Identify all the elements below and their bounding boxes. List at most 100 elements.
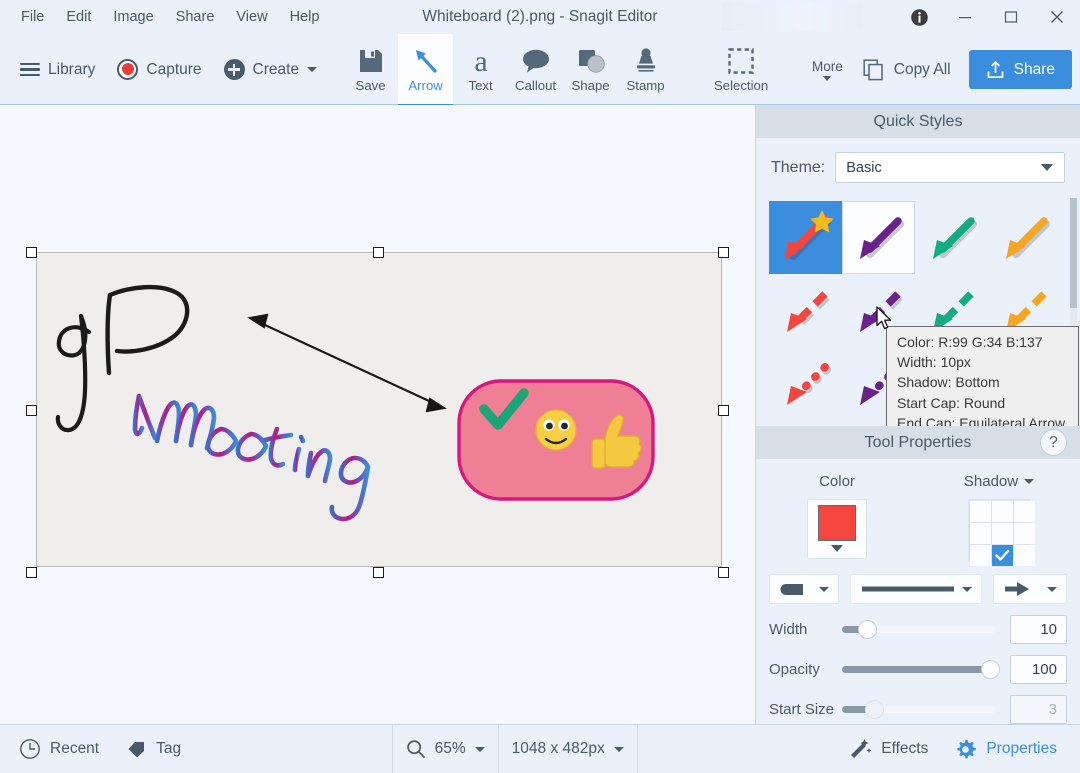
- more-label: More: [812, 59, 843, 74]
- opacity-slider[interactable]: [842, 666, 996, 673]
- shadow-position-grid[interactable]: [968, 499, 1031, 562]
- tool-selection-label: Selection: [714, 79, 768, 92]
- clock-icon: [19, 738, 41, 760]
- shadow-cell-bottom-left[interactable]: [970, 545, 991, 566]
- help-button[interactable]: ?: [1040, 429, 1067, 456]
- menu-item-help[interactable]: Help: [279, 5, 331, 29]
- shadow-cell-middle-right[interactable]: [1014, 523, 1035, 544]
- menu-item-view[interactable]: View: [225, 5, 278, 29]
- info-button[interactable]: [896, 0, 942, 34]
- quick-style-purple-arrow[interactable]: [842, 201, 915, 274]
- shadow-cell-top-left[interactable]: [970, 501, 991, 522]
- selection-handle-middle-right[interactable]: [718, 405, 729, 416]
- arrow-icon: [411, 43, 441, 79]
- color-section: Color: [756, 473, 918, 562]
- stamp-icon: [632, 43, 660, 79]
- chevron-down-icon: [1047, 587, 1057, 592]
- share-button[interactable]: Share: [969, 50, 1072, 89]
- create-button[interactable]: Create: [214, 53, 328, 86]
- quick-style-red-arrow-favorite[interactable]: [769, 201, 842, 274]
- shadow-cell-bottom-right[interactable]: [1014, 545, 1035, 566]
- maximize-button[interactable]: [988, 0, 1034, 34]
- menu-item-share[interactable]: Share: [165, 5, 226, 29]
- menu-item-image[interactable]: Image: [102, 5, 164, 29]
- menu-item-edit[interactable]: Edit: [55, 5, 102, 29]
- tool-text[interactable]: a Text: [453, 34, 508, 105]
- selection-handle-bottom-left[interactable]: [26, 567, 37, 578]
- minimize-icon: [958, 10, 972, 24]
- shadow-cell-bottom-center[interactable]: [992, 545, 1013, 566]
- tool-selection[interactable]: Selection: [699, 34, 783, 105]
- width-slider[interactable]: [842, 626, 996, 633]
- start-size-value[interactable]: 3: [1010, 695, 1067, 724]
- shadow-cell-middle-center[interactable]: [992, 523, 1013, 544]
- tool-shape[interactable]: Shape: [563, 34, 618, 105]
- width-value[interactable]: 10: [1010, 615, 1067, 644]
- share-label: Share: [1014, 61, 1055, 79]
- theme-value: Basic: [846, 160, 881, 176]
- shadow-cell-top-center[interactable]: [992, 501, 1013, 522]
- menu-item-file[interactable]: File: [10, 5, 55, 29]
- magic-wand-icon: [848, 737, 872, 761]
- start-size-slider[interactable]: [842, 706, 996, 713]
- selection-handle-middle-left[interactable]: [26, 405, 37, 416]
- copy-all-button[interactable]: Copy All: [853, 51, 961, 89]
- color-picker-button[interactable]: [807, 499, 867, 559]
- minimize-button[interactable]: [942, 0, 988, 34]
- selection-handle-bottom-right[interactable]: [718, 567, 729, 578]
- ribbon-left-group: Library Capture Create: [0, 34, 327, 105]
- tool-shape-label: Shape: [572, 79, 610, 92]
- copy-icon: [863, 59, 885, 81]
- opacity-slider-row: Opacity 100: [756, 644, 1080, 684]
- tool-save[interactable]: Save: [343, 34, 398, 105]
- quick-style-red-dashed-arrow[interactable]: [769, 274, 842, 347]
- selection-handle-bottom-center[interactable]: [373, 567, 384, 578]
- dimensions-control[interactable]: 1048 x 482px: [499, 725, 637, 773]
- selection-handle-top-center[interactable]: [373, 247, 384, 258]
- chevron-down-icon: [823, 76, 831, 81]
- end-cap-dropdown[interactable]: [993, 574, 1067, 604]
- tool-save-label: Save: [356, 79, 386, 92]
- tool-callout[interactable]: Callout: [508, 34, 563, 105]
- effects-button[interactable]: Effects: [835, 725, 941, 773]
- more-button[interactable]: More: [804, 53, 851, 87]
- tag-button[interactable]: Tag: [112, 725, 194, 773]
- recent-button[interactable]: Recent: [6, 725, 112, 773]
- tool-properties-title: Tool Properties: [865, 434, 972, 452]
- snagit-editor-window: File Edit Image Share View Help Whiteboa…: [0, 0, 1080, 773]
- tool-arrow[interactable]: Arrow: [398, 34, 453, 105]
- save-icon: [357, 43, 385, 79]
- shadow-cell-top-right[interactable]: [1014, 501, 1035, 522]
- theme-dropdown[interactable]: Basic: [835, 152, 1065, 183]
- quick-style-orange-arrow[interactable]: [988, 201, 1061, 274]
- opacity-value[interactable]: 100: [1010, 655, 1067, 684]
- maximize-icon: [1004, 10, 1018, 24]
- width-slider-knob[interactable]: [858, 620, 877, 639]
- capture-button[interactable]: Capture: [107, 53, 211, 86]
- shadow-cell-middle-left[interactable]: [970, 523, 991, 544]
- canvas-image[interactable]: [36, 252, 722, 567]
- color-label: Color: [819, 473, 855, 490]
- properties-button[interactable]: Properties: [941, 725, 1070, 773]
- start-cap-dropdown[interactable]: [769, 574, 839, 604]
- arrow-cap-icon: [1003, 580, 1033, 598]
- start-size-slider-knob[interactable]: [865, 700, 884, 719]
- tool-stamp[interactable]: Stamp: [618, 34, 673, 105]
- svg-text:a: a: [474, 46, 487, 76]
- canvas-area[interactable]: [0, 105, 755, 724]
- library-button[interactable]: Library: [10, 55, 105, 85]
- tool-callout-label: Callout: [515, 79, 556, 92]
- selection-handle-top-right[interactable]: [718, 247, 729, 258]
- quick-style-red-dotted-arrow[interactable]: [769, 347, 842, 420]
- close-button[interactable]: [1034, 0, 1080, 34]
- shadow-label-row[interactable]: Shadow: [964, 473, 1034, 490]
- line-style-dropdown[interactable]: [850, 574, 982, 604]
- zoom-control[interactable]: 65%: [393, 725, 498, 773]
- library-label: Library: [48, 61, 95, 79]
- quick-style-teal-arrow[interactable]: [915, 201, 988, 274]
- opacity-slider-knob[interactable]: [981, 660, 1000, 679]
- callout-icon: [521, 43, 551, 79]
- chevron-down-icon: [819, 587, 829, 592]
- selection-handle-top-left[interactable]: [26, 247, 37, 258]
- create-label: Create: [253, 61, 300, 79]
